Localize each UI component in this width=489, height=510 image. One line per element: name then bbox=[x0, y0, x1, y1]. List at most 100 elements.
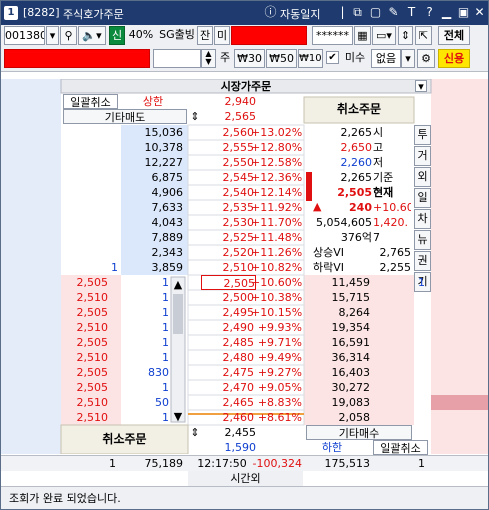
screen-icon[interactable]: ▢ bbox=[368, 5, 383, 20]
quantity-stepper[interactable]: ▲ ▼ bbox=[201, 49, 216, 68]
bid-price[interactable]: 2,485 bbox=[191, 335, 255, 350]
misu-checkbox[interactable]: ✔ bbox=[326, 51, 339, 64]
keypad-icon[interactable]: ▦ bbox=[354, 26, 371, 45]
export-icon[interactable]: ⇱ bbox=[415, 26, 432, 45]
side-tab[interactable]: 투 bbox=[414, 125, 431, 145]
ask-price[interactable]: 2,550 bbox=[191, 155, 255, 170]
quantity-input[interactable] bbox=[153, 49, 201, 68]
ask-price[interactable]: 2,520 bbox=[191, 245, 255, 260]
ask-pct: +12.36% bbox=[251, 171, 302, 184]
total-right: 1 bbox=[418, 457, 425, 470]
bid-qty: 19,083 bbox=[331, 396, 371, 409]
bid-pct: +9.93% bbox=[257, 321, 302, 334]
bid-pct: +8.83% bbox=[257, 396, 302, 409]
bid-price[interactable]: 2,470 bbox=[191, 380, 255, 395]
ask-price[interactable]: 2,540 bbox=[191, 185, 255, 200]
side-tab[interactable]: 일 bbox=[414, 188, 431, 208]
other-buy-stepper[interactable]: ⇕ bbox=[188, 425, 202, 440]
bid-price[interactable]: 2,495 bbox=[191, 305, 255, 320]
divider-icon: | bbox=[340, 5, 345, 19]
mi-button[interactable]: 미 bbox=[214, 26, 230, 45]
w30-button[interactable]: ₩30 bbox=[234, 49, 265, 68]
bid-pct: +9.49% bbox=[257, 351, 302, 364]
w100-button[interactable]: ₩100 bbox=[298, 49, 323, 68]
option-dropdown-icon[interactable]: ▾ bbox=[401, 49, 415, 68]
scroll-down-icon[interactable]: ▼ bbox=[172, 409, 184, 424]
settings-gear-icon[interactable]: ⚙ bbox=[417, 49, 435, 68]
footer-price1: 2,455 bbox=[224, 426, 257, 439]
ask-price[interactable]: 2,525 bbox=[191, 230, 255, 245]
w50-button[interactable]: ₩50 bbox=[266, 49, 297, 68]
ask-pct: +13.02% bbox=[251, 126, 302, 139]
bid-order-price: 2,505 bbox=[76, 276, 109, 289]
account-field[interactable] bbox=[231, 26, 307, 45]
cancel-all-top-button[interactable]: 일괄취소 bbox=[63, 94, 118, 109]
cancel-order-top-button[interactable]: 취소주문 bbox=[304, 102, 414, 117]
window-index-badge: 1 bbox=[4, 6, 18, 20]
link-icon[interactable]: ⧉ bbox=[350, 5, 365, 20]
jan-button[interactable]: 잔 bbox=[197, 26, 213, 45]
font-icon[interactable]: T bbox=[404, 5, 419, 20]
market-order-header[interactable]: 시장가주문 bbox=[61, 79, 431, 94]
bid-order-price: 2,505 bbox=[76, 306, 109, 319]
side-tab[interactable]: 차 bbox=[414, 209, 431, 229]
cancel-order-bottom-button[interactable]: 취소주문 bbox=[61, 432, 188, 447]
bid-price[interactable]: 2,500 bbox=[191, 290, 255, 305]
minimize-icon[interactable]: ▁ bbox=[439, 5, 454, 20]
other-buy-button[interactable]: 기타매수 bbox=[306, 425, 412, 440]
maximize-icon[interactable]: ▣ bbox=[456, 5, 471, 20]
stock-code-input[interactable]: 001380 bbox=[4, 26, 45, 45]
account-name-field[interactable] bbox=[4, 49, 150, 68]
ask-qty: 7,633 bbox=[151, 201, 184, 214]
bid-price[interactable]: 2,480 bbox=[191, 350, 255, 365]
ask-price[interactable]: 2,555 bbox=[191, 140, 255, 155]
account-dropdown-icon[interactable]: ▭▾ bbox=[372, 26, 396, 45]
info-key: 현재 bbox=[373, 186, 394, 199]
bid-price[interactable]: 2,465 bbox=[191, 395, 255, 410]
ask-price[interactable]: 2,510 bbox=[191, 260, 255, 275]
ask-qty: 12,227 bbox=[144, 156, 184, 169]
bid-price[interactable]: 2,460 bbox=[191, 410, 255, 425]
help-icon[interactable]: ? bbox=[422, 5, 437, 20]
credit-button[interactable]: 신용 bbox=[438, 49, 470, 68]
autolog-link[interactable]: 자동일지 bbox=[280, 6, 320, 22]
ask-price[interactable]: 2,545 bbox=[191, 170, 255, 185]
bid-price[interactable]: 2,475 bbox=[191, 365, 255, 380]
bid-price[interactable]: 2,505 bbox=[201, 275, 256, 290]
sound-icon[interactable]: 🔈▾ bbox=[78, 26, 106, 45]
ask-pct: +12.14% bbox=[251, 186, 302, 199]
side-tab[interactable]: 권 bbox=[414, 251, 431, 271]
side-tab[interactable]: 외 bbox=[414, 167, 431, 187]
stock-dropdown-icon[interactable]: ▾ bbox=[46, 26, 59, 45]
upper-limit-price: 2,940 bbox=[224, 95, 257, 108]
ask-price[interactable]: 2,535 bbox=[191, 200, 255, 215]
ask-pct: +12.80% bbox=[251, 141, 302, 154]
ask-price[interactable]: 2,560 bbox=[191, 125, 255, 140]
info-icon[interactable]: ⓘ bbox=[263, 5, 278, 20]
ask-pct: +11.92% bbox=[251, 201, 302, 214]
search-icon[interactable]: ⚲ bbox=[60, 26, 77, 45]
scroll-up-icon[interactable]: ▲ bbox=[172, 277, 184, 292]
pin-icon[interactable]: ✎ bbox=[386, 5, 401, 20]
ask-price[interactable]: 2,530 bbox=[191, 215, 255, 230]
side-tab[interactable]: 뉴 bbox=[414, 230, 431, 250]
sort-icon[interactable]: ⇕ bbox=[398, 26, 413, 45]
totals-row: 1 75,189 12:17:50 -100,324 175,513 1 bbox=[1, 455, 488, 471]
other-sell-stepper[interactable]: ⇕ bbox=[188, 109, 202, 124]
bid-price[interactable]: 2,490 bbox=[191, 320, 255, 335]
all-button[interactable]: 전체 bbox=[438, 26, 470, 45]
misu-label: 미수 bbox=[344, 51, 366, 64]
bid-sel-qty: 50 bbox=[155, 396, 169, 409]
option-select[interactable]: 없음 bbox=[371, 49, 401, 68]
ask-pct: +11.26% bbox=[251, 246, 302, 259]
credit-badge[interactable]: 신 bbox=[109, 26, 125, 45]
cancel-all-bottom-button[interactable]: 일괄취소 bbox=[373, 440, 428, 455]
after-hours-label[interactable]: 시간외 bbox=[188, 471, 303, 486]
ask-pct: +12.58% bbox=[251, 156, 302, 169]
side-tab[interactable]: 거 bbox=[414, 146, 431, 166]
ask-qty: 7,889 bbox=[151, 231, 184, 244]
other-sell-button[interactable]: 기타매도 bbox=[63, 109, 187, 124]
close-icon[interactable]: ✕ bbox=[472, 5, 487, 20]
password-field[interactable]: ****** bbox=[312, 26, 353, 45]
header-dropdown-icon[interactable]: ▾ bbox=[415, 80, 427, 92]
